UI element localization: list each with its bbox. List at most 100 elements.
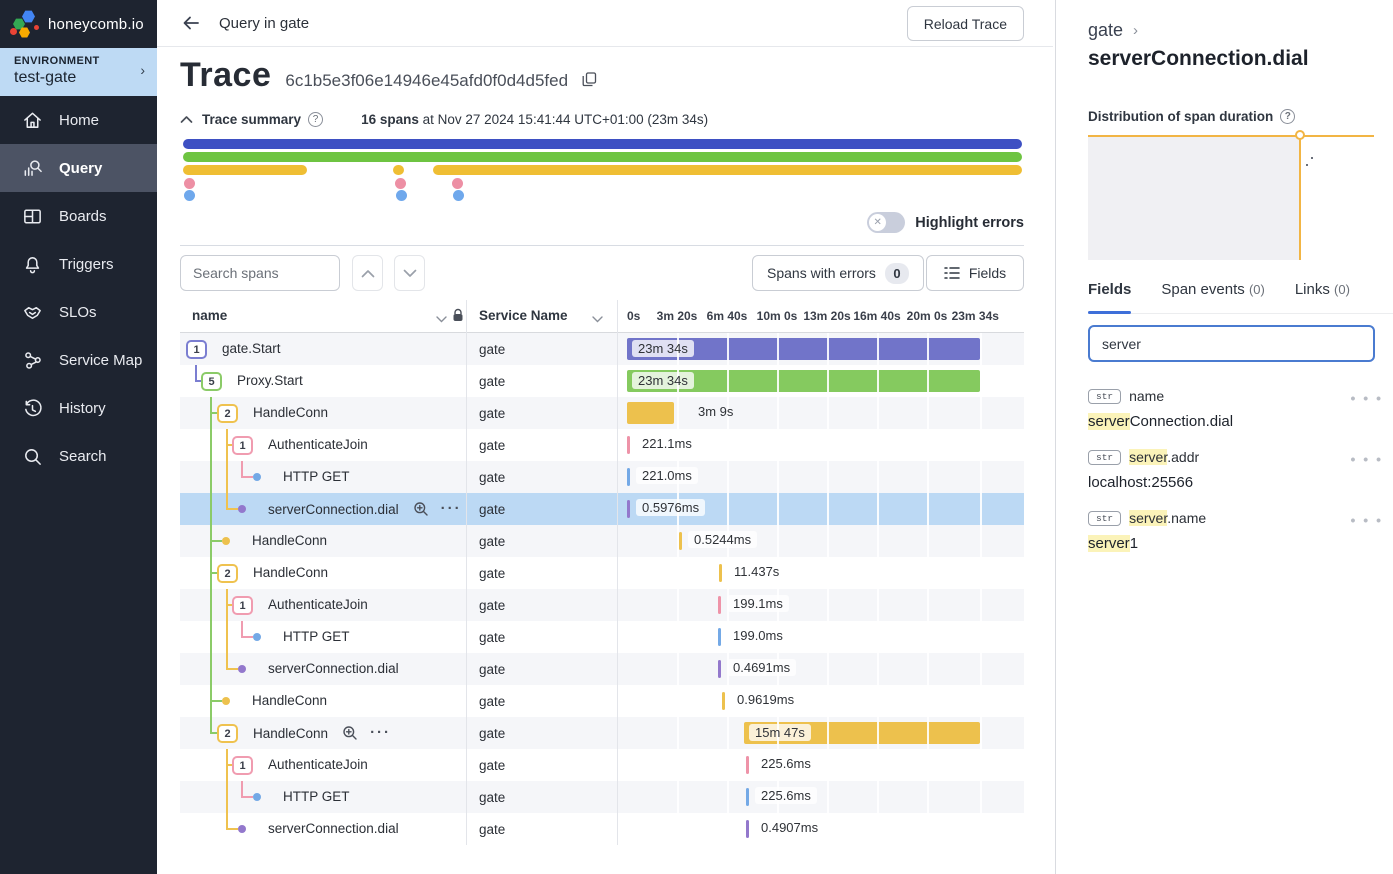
span-duration-tick[interactable] [718,596,721,614]
search-spans-input[interactable] [180,255,340,291]
service-name-cell: gate [466,685,617,717]
trace-summary-row: Trace summary ? 16 spans at Nov 27 2024 … [180,112,708,127]
tab-links[interactable]: Links (0) [1295,281,1350,313]
reload-trace-button[interactable]: Reload Trace [907,6,1024,41]
field-search-input[interactable] [1088,325,1375,362]
timeline-gridline [877,493,879,525]
sidebar-item-triggers[interactable]: Triggers [0,240,157,288]
span-duration-tick[interactable] [627,436,630,454]
spans-with-errors-button[interactable]: Spans with errors 0 [752,255,924,291]
next-match-button[interactable] [394,255,425,291]
span-name: HandleConn [252,693,327,708]
field-menu-icon[interactable]: • • • [1351,512,1383,528]
span-duration-tick[interactable] [718,628,721,646]
span-duration-tick[interactable] [746,788,749,806]
fields-button[interactable]: Fields [926,255,1024,291]
timeline-gridline [827,493,829,525]
lock-icon[interactable] [452,308,464,326]
span-duration-tick[interactable] [679,532,682,550]
zoom-in-icon[interactable] [342,725,358,741]
span-row-gate-Start[interactable]: 1gate.Startgate23m 34s [180,333,1024,365]
back-button[interactable] [181,13,201,33]
row-menu-icon[interactable]: ··· [370,728,391,738]
span-duration-tick[interactable] [627,468,630,486]
timeline-gridline [827,717,829,749]
row-menu-icon[interactable]: ··· [441,504,462,514]
column-header-service[interactable]: Service Name [479,308,568,323]
copy-icon[interactable] [582,72,597,87]
field-item[interactable]: strserver.name• • •server1 [1088,510,1383,552]
trace-minimap[interactable] [183,139,1022,203]
sidebar-item-query[interactable]: Query [0,144,157,192]
span-duration-tick[interactable] [746,756,749,774]
span-row-HTTP GET[interactable]: HTTP GETgate199.0ms [180,621,1024,653]
span-leaf-dot [238,505,246,513]
span-duration-tick[interactable] [722,692,725,710]
span-row-serverConnection-dial[interactable]: serverConnection.dial···gate0.5976ms [180,493,1024,525]
span-count-badge[interactable]: 2 [217,724,238,743]
honeycomb-logo[interactable]: honeycomb.io [0,0,157,48]
span-row-AuthenticateJoin[interactable]: 1AuthenticateJoingate225.6ms [180,749,1024,781]
column-header-name[interactable]: name [192,308,227,323]
help-icon[interactable]: ? [308,112,323,127]
trace-summary-label[interactable]: Trace summary [202,112,301,127]
span-row-HandleConn[interactable]: 2HandleConngate11.437s [180,557,1024,589]
span-count-badge[interactable]: 2 [217,564,238,583]
field-menu-icon[interactable]: • • • [1351,451,1383,467]
breadcrumb[interactable]: gate › [1088,20,1138,41]
span-duration-label: 225.6ms [755,755,817,772]
span-duration-tick[interactable] [746,820,749,838]
span-duration-bar[interactable] [627,402,674,424]
sidebar-item-slos[interactable]: SLOs [0,288,157,336]
timeline-gridline [827,461,829,493]
highlight-errors-toggle[interactable]: ✕ [867,212,905,233]
field-item[interactable]: strserver.addr• • •localhost:25566 [1088,449,1383,491]
sidebar-item-boards[interactable]: Boards [0,192,157,240]
zoom-in-icon[interactable] [413,501,429,517]
service-name-cell: gate [466,557,617,589]
span-row-AuthenticateJoin[interactable]: 1AuthenticateJoingate221.1ms [180,429,1024,461]
tab-span-events[interactable]: Span events (0) [1161,281,1264,313]
span-row-HandleConn[interactable]: 2HandleConngate3m 9s [180,397,1024,429]
span-count-badge[interactable]: 1 [232,596,253,615]
chevron-down-icon[interactable] [592,311,603,326]
help-icon[interactable]: ? [1280,109,1295,124]
environment-switcher[interactable]: ENVIRONMENT test-gate › [0,48,157,96]
span-row-HTTP GET[interactable]: HTTP GETgate221.0ms [180,461,1024,493]
sidebar-item-home[interactable]: Home [0,96,157,144]
span-duration-tick[interactable] [718,660,721,678]
span-count-badge[interactable]: 1 [232,756,253,775]
chevron-down-icon[interactable] [436,311,447,326]
span-count-badge[interactable]: 1 [232,436,253,455]
timeline-gridline [877,557,879,589]
sidebar-item-search[interactable]: Search [0,432,157,480]
span-duration-tick[interactable] [719,564,722,582]
chevron-up-icon[interactable] [180,112,193,127]
span-row-HandleConn[interactable]: HandleConngate0.5244ms [180,525,1024,557]
tab-fields[interactable]: Fields [1088,281,1131,313]
span-leaf-dot [238,825,246,833]
tab-label: Span events [1161,281,1244,298]
duration-distribution-chart[interactable] [1088,135,1374,258]
span-row-HandleConn[interactable]: 2HandleConn···gate15m 47s [180,717,1024,749]
span-count-badge[interactable]: 5 [201,372,222,391]
span-row-AuthenticateJoin[interactable]: 1AuthenticateJoingate199.1ms [180,589,1024,621]
span-row-Proxy-Start[interactable]: 5Proxy.Startgate23m 34s [180,365,1024,397]
span-duration-label: 199.1ms [727,595,789,612]
field-menu-icon[interactable]: • • • [1351,390,1383,406]
span-row-HTTP GET[interactable]: HTTP GETgate225.6ms [180,781,1024,813]
chart-marker-handle[interactable] [1295,130,1305,140]
span-row-HandleConn[interactable]: HandleConngate0.9619ms [180,685,1024,717]
span-count-badge[interactable]: 1 [186,340,207,359]
breadcrumb-service[interactable]: gate [1088,20,1123,41]
prev-match-button[interactable] [352,255,383,291]
span-count-badge[interactable]: 2 [217,404,238,423]
span-row-serverConnection-dial[interactable]: serverConnection.dialgate0.4691ms [180,653,1024,685]
field-item[interactable]: strname• • •serverConnection.dial [1088,388,1383,430]
span-duration-tick[interactable] [627,500,630,518]
span-row-serverConnection-dial[interactable]: serverConnection.dialgate0.4907ms [180,813,1024,845]
timeline-gridline [927,493,929,525]
sidebar-item-service-map[interactable]: Service Map [0,336,157,384]
span-duration-label: 23m 34s [632,340,694,357]
sidebar-item-history[interactable]: History [0,384,157,432]
